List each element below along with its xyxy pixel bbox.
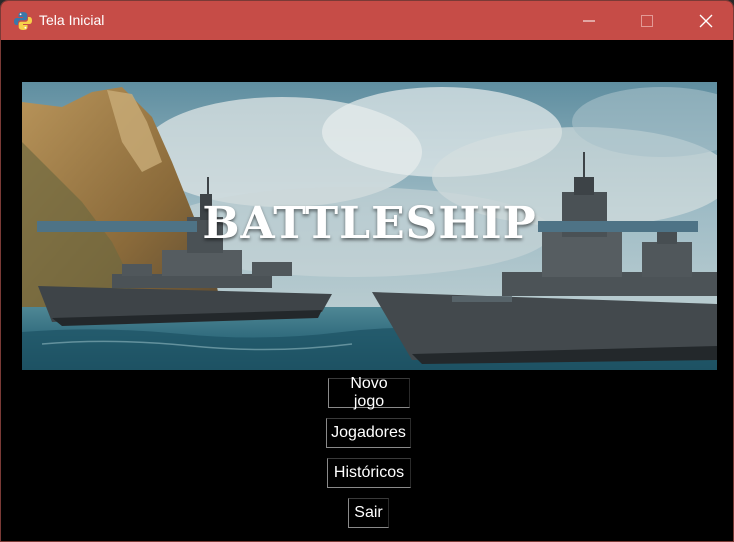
app-window: Tela Inicial BATTLESHIP Novo jogo Jogado… <box>0 0 734 542</box>
minimize-icon <box>583 15 595 27</box>
maximize-icon <box>641 14 653 27</box>
history-button[interactable]: Históricos <box>327 458 411 488</box>
close-button[interactable] <box>677 1 733 40</box>
main-content: BATTLESHIP Novo jogo Jogadores Histórico… <box>1 40 733 541</box>
maximize-button[interactable] <box>618 1 676 40</box>
banner-image: BATTLESHIP <box>22 82 717 370</box>
window-title: Tela Inicial <box>39 12 105 28</box>
players-button[interactable]: Jogadores <box>326 418 411 448</box>
python-icon <box>13 11 33 31</box>
minimize-button[interactable] <box>560 1 618 40</box>
new-game-button[interactable]: Novo jogo <box>328 375 410 410</box>
close-icon <box>699 14 713 28</box>
exit-button[interactable]: Sair <box>348 498 389 528</box>
banner-title: BATTLESHIP <box>202 198 537 249</box>
title-bar[interactable]: Tela Inicial <box>1 1 733 40</box>
